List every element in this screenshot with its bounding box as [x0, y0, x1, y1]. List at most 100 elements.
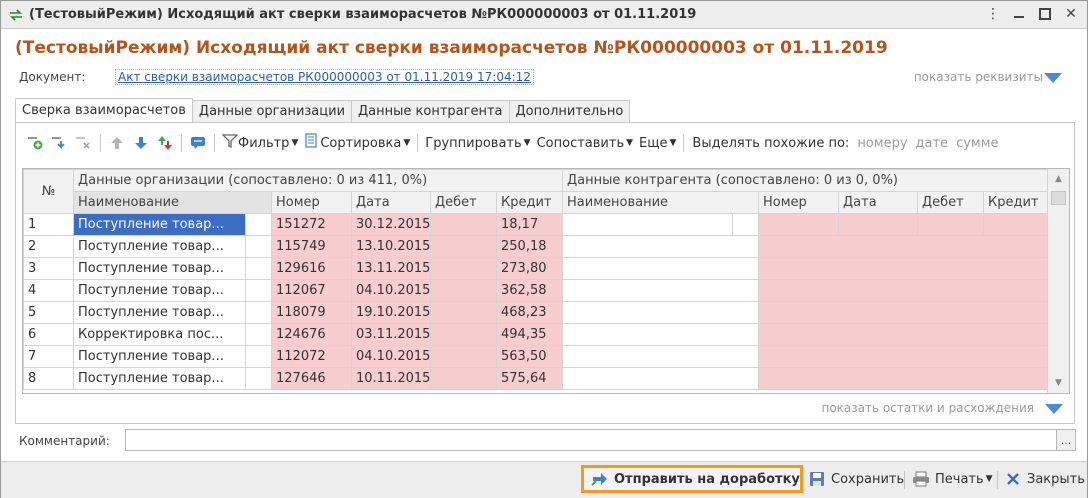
group-button[interactable]: Группировать ▼: [422, 136, 533, 151]
cp-debit-column-header[interactable]: Дебет: [917, 191, 985, 214]
cp-empty-cell[interactable]: [758, 367, 1049, 390]
org-debit-column-header[interactable]: Дебет: [430, 191, 497, 214]
delete-row-icon[interactable]: [72, 132, 96, 154]
org-debit-cell[interactable]: [430, 367, 497, 390]
chevron-down-icon[interactable]: [1044, 403, 1064, 415]
cp-empty-cell[interactable]: [758, 257, 1049, 280]
org-date-cell[interactable]: 04.10.2015: [351, 345, 431, 368]
org-number-cell[interactable]: 127646: [271, 367, 352, 390]
comment-input[interactable]: [125, 429, 1057, 451]
org-number-cell[interactable]: 151272: [271, 213, 352, 236]
tab-counterparty-data[interactable]: Данные контрагента: [351, 100, 510, 122]
cp-name-cell[interactable]: [562, 213, 734, 236]
move-down-icon[interactable]: [129, 132, 153, 154]
row-number-header[interactable]: №: [23, 169, 74, 214]
table-row[interactable]: 3 Поступление товар... 129616 13.11.2015…: [23, 257, 1049, 280]
org-credit-cell[interactable]: 273,80: [495, 257, 564, 280]
send-for-revision-button[interactable]: Отправить на доработку: [581, 465, 803, 493]
org-credit-cell[interactable]: 563,50: [495, 345, 564, 368]
org-credit-cell[interactable]: 362,58: [495, 279, 564, 302]
org-name-cell[interactable]: Поступление товар...: [73, 213, 246, 236]
comment-select-button[interactable]: ...: [1056, 429, 1076, 451]
org-name-cell[interactable]: Поступление товар...: [73, 301, 246, 324]
org-debit-cell[interactable]: [430, 345, 497, 368]
document-link[interactable]: Акт сверки взаиморасчетов РК000000003 от…: [115, 69, 534, 85]
org-date-cell[interactable]: 10.11.2015: [351, 367, 431, 390]
scroll-up-icon[interactable]: ▲: [1048, 169, 1069, 189]
table-row[interactable]: 6 Корректировка пос... 124676 03.11.2015…: [23, 323, 1049, 346]
org-debit-cell[interactable]: [430, 301, 497, 324]
org-number-column-header[interactable]: Номер: [271, 191, 352, 214]
org-name-extra-cell[interactable]: [245, 345, 272, 368]
show-requisites-link[interactable]: показать реквизиты: [914, 70, 1043, 84]
org-name-extra-cell[interactable]: [245, 279, 272, 302]
org-name-extra-cell[interactable]: [245, 323, 272, 346]
org-name-extra-cell[interactable]: [245, 213, 272, 236]
org-debit-cell[interactable]: [430, 235, 497, 258]
org-number-cell[interactable]: 112072: [271, 345, 352, 368]
org-name-cell[interactable]: Поступление товар...: [73, 257, 246, 280]
cp-credit-column-header[interactable]: Кредит: [983, 191, 1049, 214]
cp-date-cell[interactable]: [838, 213, 919, 236]
org-credit-column-header[interactable]: Кредит: [495, 191, 564, 214]
highlight-by-date-link[interactable]: дате: [916, 136, 949, 151]
cp-name-extra-cell[interactable]: [732, 213, 760, 236]
maximize-icon[interactable]: [1039, 8, 1051, 20]
org-number-cell[interactable]: 124676: [271, 323, 352, 346]
cp-date-column-header[interactable]: Дата: [838, 191, 919, 214]
chevron-down-icon[interactable]: [1043, 72, 1063, 84]
cp-empty-cell[interactable]: [758, 345, 1049, 368]
tab-reconciliation[interactable]: Сверка взаиморасчетов: [15, 98, 193, 122]
org-debit-cell[interactable]: [430, 257, 497, 280]
print-button[interactable]: Печать ▼: [911, 465, 993, 493]
table-row[interactable]: 4 Поступление товар... 112067 04.10.2015…: [23, 279, 1049, 302]
sort-button[interactable]: Сортировка ▼: [301, 133, 413, 153]
cp-name-cell[interactable]: [562, 235, 760, 258]
org-name-cell[interactable]: Поступление товар...: [73, 235, 246, 258]
cp-name-cell[interactable]: [562, 323, 760, 346]
vertical-scrollbar[interactable]: ▲ ▼: [1047, 169, 1069, 393]
cp-debit-cell[interactable]: [917, 213, 985, 236]
cp-credit-cell[interactable]: [983, 213, 1049, 236]
save-button[interactable]: Сохранить: [807, 465, 904, 493]
org-credit-cell[interactable]: 250,18: [495, 235, 564, 258]
cp-name-cell[interactable]: [562, 301, 760, 324]
org-name-cell[interactable]: Поступление товар...: [73, 279, 246, 302]
org-date-cell[interactable]: 30.12.2015: [351, 213, 431, 236]
cp-name-cell[interactable]: [562, 279, 760, 302]
org-debit-cell[interactable]: [430, 279, 497, 302]
table-row[interactable]: 2 Поступление товар... 115749 13.10.2015…: [23, 235, 1049, 258]
tab-organization-data[interactable]: Данные организации: [191, 100, 353, 122]
cp-number-cell[interactable]: [758, 213, 840, 236]
cp-empty-cell[interactable]: [758, 235, 1049, 258]
scroll-thumb[interactable]: [1051, 191, 1066, 205]
scroll-down-icon[interactable]: ▼: [1048, 373, 1069, 393]
org-name-cell[interactable]: Поступление товар...: [73, 367, 246, 390]
org-debit-cell[interactable]: [430, 323, 497, 346]
table-row[interactable]: 7 Поступление товар... 112072 04.10.2015…: [23, 345, 1049, 368]
more-menu-icon[interactable]: ⋮: [983, 4, 1003, 24]
close-icon[interactable]: ✕: [1061, 4, 1081, 24]
filter-button[interactable]: Фильтр ▼: [219, 134, 301, 152]
highlight-by-sum-link[interactable]: сумме: [956, 136, 998, 151]
org-credit-cell[interactable]: 468,23: [495, 301, 564, 324]
org-date-cell[interactable]: 19.10.2015: [351, 301, 431, 324]
org-name-cell[interactable]: Поступление товар...: [73, 345, 246, 368]
table-row[interactable]: 5 Поступление товар... 118079 19.10.2015…: [23, 301, 1049, 324]
org-debit-cell[interactable]: [430, 213, 497, 236]
org-number-cell[interactable]: 115749: [271, 235, 352, 258]
minimize-icon[interactable]: [1014, 8, 1024, 18]
cp-empty-cell[interactable]: [758, 301, 1049, 324]
org-number-cell[interactable]: 129616: [271, 257, 352, 280]
org-number-cell[interactable]: 118079: [271, 301, 352, 324]
cp-empty-cell[interactable]: [758, 279, 1049, 302]
comment-icon[interactable]: [186, 132, 210, 154]
org-date-cell[interactable]: 04.10.2015: [351, 279, 431, 302]
close-button[interactable]: Закрыть: [1003, 465, 1085, 493]
more-button[interactable]: Еще ▼: [636, 136, 679, 151]
org-name-column-header[interactable]: Наименование: [73, 191, 272, 214]
org-date-cell[interactable]: 13.11.2015: [351, 257, 431, 280]
move-up-icon[interactable]: [105, 132, 129, 154]
org-date-cell[interactable]: 03.11.2015: [351, 323, 431, 346]
org-credit-cell[interactable]: 18,17: [495, 213, 564, 236]
